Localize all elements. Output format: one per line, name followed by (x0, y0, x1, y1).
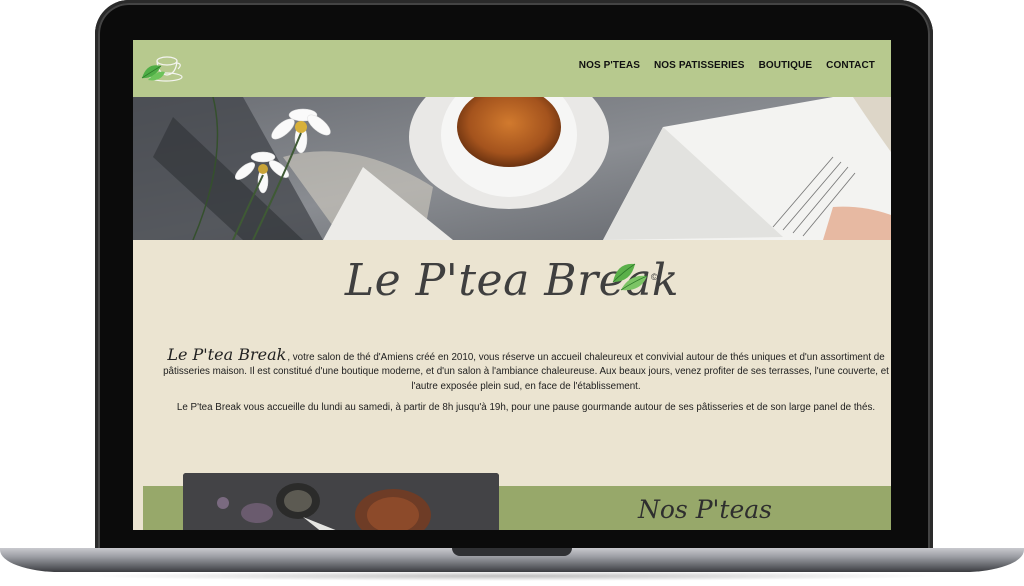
main-nav: NOS P'TEAS NOS PATISSERIES BOUTIQUE CONT… (579, 60, 875, 71)
laptop-shadow (80, 571, 944, 581)
section-title-nos-pteas: Nos P'teas (638, 495, 772, 524)
hero-image (133, 97, 891, 240)
teacup-leaf-logo-icon[interactable] (139, 52, 185, 84)
nav-item-boutique[interactable]: BOUTIQUE (759, 60, 813, 71)
nav-item-nos-patisseries[interactable]: NOS PATISSERIES (654, 60, 745, 71)
brand-heading: Le P'tea Break (133, 255, 891, 310)
nav-item-nos-pteas[interactable]: NOS P'TEAS (579, 60, 640, 71)
nav-item-contact[interactable]: CONTACT (826, 60, 875, 71)
laptop-notch (452, 548, 572, 556)
intro-brand-name: Le P'tea Break (167, 345, 287, 364)
intro-paragraph-2: Le P'tea Break vous accueille du lundi a… (176, 401, 876, 413)
copyright-mark: © (651, 272, 658, 282)
intro-paragraph-1: Le P'tea Break, votre salon de thé d'Ami… (161, 345, 891, 394)
leaf-icon (612, 263, 648, 291)
intro-text: Le P'tea Break, votre salon de thé d'Ami… (161, 345, 891, 422)
website-screen: NOS P'TEAS NOS PATISSERIES BOUTIQUE CONT… (133, 40, 891, 530)
site-navbar: NOS P'TEAS NOS PATISSERIES BOUTIQUE CONT… (133, 40, 891, 97)
tea-photo (183, 473, 499, 530)
